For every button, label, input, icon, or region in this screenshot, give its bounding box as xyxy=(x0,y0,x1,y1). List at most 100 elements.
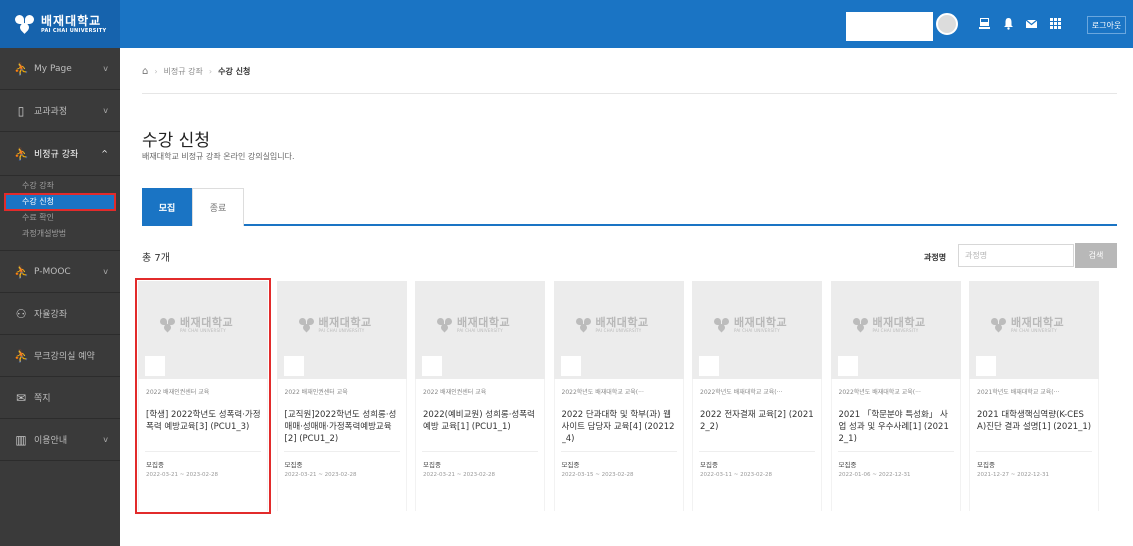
course-title[interactable]: 2021 대학생핵심역량(K-CESA)진단 결과 설명[1] (2021_1) xyxy=(977,409,1092,449)
course-period: 2022-03-21 ~ 2023-02-28 xyxy=(284,472,357,478)
result-count: 총 7개 xyxy=(142,253,170,264)
logout-button[interactable]: 로그아웃 xyxy=(1087,16,1126,34)
thumbnail-badge xyxy=(699,356,719,376)
sidebar-subnav: 수강 강좌 수강 신청 수료 확인 과정개설방법 xyxy=(0,176,120,251)
university-logo-watermark: 배재대학교 PAI CHAI UNIVERSITY xyxy=(298,317,372,333)
course-title[interactable]: 2022 전자결재 교육[2] (20212_2) xyxy=(700,409,815,449)
course-title[interactable]: 2022 단과대학 및 학부(과) 웹사이트 담당자 교육[4] (20212_… xyxy=(562,409,677,449)
course-category: 2022학년도 배재대학교 교육(··· xyxy=(838,389,921,396)
course-title[interactable]: 2022(예비교원) 성희롱·성폭력예방 교육[1] (PCU1_1) xyxy=(423,409,538,449)
course-status: 모집중 xyxy=(700,461,718,469)
search-button[interactable]: 검색 xyxy=(1075,243,1117,268)
sidebar-item-label: 쪽지 xyxy=(34,394,51,404)
logo-text-ko: 배재대학교 xyxy=(872,316,926,329)
avatar[interactable] xyxy=(936,13,958,35)
course-period: 2022-03-21 ~ 2023-02-28 xyxy=(423,472,496,478)
grid-menu-icon[interactable] xyxy=(1049,17,1062,30)
sidebar-item-label: 무크강의실 예약 xyxy=(34,352,95,362)
course-thumbnail[interactable]: 배재대학교 PAI CHAI UNIVERSITY xyxy=(969,281,1099,379)
monitor-icon[interactable] xyxy=(978,17,991,30)
logo-emblem-icon xyxy=(575,318,592,333)
mail-icon[interactable] xyxy=(1025,17,1038,30)
course-card[interactable]: 배재대학교 PAI CHAI UNIVERSITY 2022학년도 배재대학교 교육… xyxy=(553,281,684,511)
course-card-body: 2022학년도 배재대학교 교육(··· 2022 단과대학 및 학부(과) 웹사… xyxy=(553,379,684,511)
sidebar-item-curriculum[interactable]: ▯ 교과과정 v xyxy=(0,90,120,132)
person-icon: ⛹ xyxy=(14,348,29,363)
logo-text-ko: 배재대학교 xyxy=(734,316,788,329)
top-header: 배재대학교 PAI CHAI UNIVERSITY 로그아웃 xyxy=(0,0,1133,48)
sidebar-item-noncredit[interactable]: ⛹ 비정규 강좌 ^ xyxy=(0,132,120,176)
course-card[interactable]: 배재대학교 PAI CHAI UNIVERSITY 2022 배재인권센터 교육 [학… xyxy=(135,278,271,514)
course-title[interactable]: [학생] 2022학년도 성폭력·가정폭력 예방교육[3] (PCU1_3) xyxy=(146,409,261,449)
sidebar-item-selfstudy[interactable]: ⚇ 자율강좌 xyxy=(0,293,120,335)
logo-text-ko: 배재대학교 xyxy=(1011,316,1065,329)
course-title[interactable]: 2021 「학문분야 특성화」 사업 성과 및 우수사례[1] (20212_1… xyxy=(839,409,954,449)
logo-emblem-icon xyxy=(714,318,730,333)
course-status: 모집중 xyxy=(146,461,164,469)
sidebar-subitem-completion[interactable]: 수료 확인 xyxy=(0,210,120,226)
course-thumbnail[interactable]: 배재대학교 PAI CHAI UNIVERSITY xyxy=(415,281,545,379)
course-category: 2021학년도 배재대학교 교육(··· xyxy=(977,389,1060,396)
course-category: 2022 배재인권센터 교육 xyxy=(423,389,487,396)
course-card[interactable]: 배재대학교 PAI CHAI UNIVERSITY 2021학년도 배재대학교 교육… xyxy=(969,281,1099,511)
course-card[interactable]: 배재대학교 PAI CHAI UNIVERSITY 2022학년도 배재대학교 교육… xyxy=(692,281,822,511)
course-card-body: 2022 배재인권센터 교육 2022(예비교원) 성희롱·성폭력예방 교육[1]… xyxy=(415,379,545,511)
course-thumbnail[interactable]: 배재대학교 PAI CHAI UNIVERSITY xyxy=(553,281,684,379)
divider xyxy=(422,451,538,452)
course-card[interactable]: 배재대학교 PAI CHAI UNIVERSITY 2022 배재인권센터 교육 20… xyxy=(415,281,545,511)
person-icon: ⛹ xyxy=(14,146,29,161)
home-icon[interactable]: ⌂ xyxy=(142,66,148,77)
divider xyxy=(145,451,261,452)
university-logo-watermark: 배재대학교 PAI CHAI UNIVERSITY xyxy=(160,317,233,333)
course-card[interactable]: 배재대학교 PAI CHAI UNIVERSITY 2022 배재인권센터 교육 [교… xyxy=(276,281,407,511)
sidebar-item-guide[interactable]: ▥ 이용안내 v xyxy=(0,419,120,461)
divider xyxy=(142,93,1117,94)
course-thumbnail[interactable]: 배재대학교 PAI CHAI UNIVERSITY xyxy=(138,281,268,379)
tab-recruiting[interactable]: 모집 xyxy=(142,188,192,226)
tab-closed[interactable]: 종료 xyxy=(192,188,244,226)
university-logo-watermark: 배재대학교 PAI CHAI UNIVERSITY xyxy=(575,317,649,333)
chevron-down-icon: v xyxy=(103,64,108,73)
sidebar-item-room-reservation[interactable]: ⛹ 무크강의실 예약 xyxy=(0,335,120,377)
book-icon: ▯ xyxy=(17,103,25,118)
logo-emblem-icon xyxy=(160,318,176,333)
search-input[interactable] xyxy=(958,244,1074,267)
course-status: 모집중 xyxy=(561,461,580,469)
course-thumbnail[interactable]: 배재대학교 PAI CHAI UNIVERSITY xyxy=(692,281,822,379)
course-card[interactable]: 배재대학교 PAI CHAI UNIVERSITY 2022학년도 배재대학교 교육… xyxy=(830,281,961,511)
university-logo-watermark: 배재대학교 PAI CHAI UNIVERSITY xyxy=(991,317,1064,333)
course-thumbnail[interactable]: 배재대학교 PAI CHAI UNIVERSITY xyxy=(830,281,961,379)
course-category: 2022 배재인권센터 교육 xyxy=(146,389,210,396)
page-title: 수강 신청 xyxy=(142,131,210,151)
user-name-box[interactable] xyxy=(846,12,933,41)
breadcrumb-level1[interactable]: 비정규 강좌 xyxy=(164,66,203,77)
divider xyxy=(560,451,677,452)
chevron-down-icon: v xyxy=(103,106,108,115)
chevron-down-icon: v xyxy=(103,267,108,276)
course-card-body: 2021학년도 배재대학교 교육(··· 2021 대학생핵심역량(K-CESA)… xyxy=(969,379,1099,511)
sidebar-item-mypage[interactable]: ⛹ My Page v xyxy=(0,48,120,90)
sidebar-subitem-howto[interactable]: 과정개설방법 xyxy=(0,226,120,242)
logo-text-en: PAI CHAI UNIVERSITY xyxy=(180,328,226,333)
university-logo[interactable]: 배재대학교 PAI CHAI UNIVERSITY xyxy=(0,0,120,48)
sidebar-item-messages[interactable]: ✉ 쪽지 xyxy=(0,377,120,419)
course-thumbnail[interactable]: 배재대학교 PAI CHAI UNIVERSITY xyxy=(276,281,407,379)
main-content: ⌂ › 비정규 강좌 › 수강 신청 수강 신청 배재대학교 비정규 강좌 온라… xyxy=(120,48,1133,546)
logo-emblem-icon xyxy=(852,318,869,333)
university-logo-watermark: 배재대학교 PAI CHAI UNIVERSITY xyxy=(852,316,926,333)
sidebar-item-label: 비정규 강좌 xyxy=(34,150,79,160)
course-card-list: 배재대학교 PAI CHAI UNIVERSITY 2022 배재인권센터 교육 [학… xyxy=(135,278,1118,514)
logo-text-en: PAI CHAI UNIVERSITY xyxy=(595,328,642,333)
bell-icon[interactable] xyxy=(1002,17,1015,30)
sidebar-subitem-apply[interactable]: 수강 신청 xyxy=(4,193,116,211)
sidebar-item-pmooc[interactable]: ⛹ P-MOOC v xyxy=(0,251,120,293)
logo-text-ko: 배재대학교 xyxy=(457,316,511,329)
course-title[interactable]: [교직원]2022학년도 성희롱·성매매·성매매·가정폭력예방교육[2] (PC… xyxy=(285,409,400,449)
university-logo-watermark: 배재대학교 PAI CHAI UNIVERSITY xyxy=(437,317,510,333)
logo-text-en: PAI CHAI UNIVERSITY xyxy=(457,328,503,333)
course-category: 2022학년도 배재대학교 교육(··· xyxy=(700,389,783,396)
chevron-down-icon: v xyxy=(103,435,108,444)
sidebar-subitem-enrolled[interactable]: 수강 강좌 xyxy=(0,178,120,194)
course-category: 2022 배재인권센터 교육 xyxy=(284,389,348,396)
sidebar-item-label: P-MOOC xyxy=(34,266,71,277)
